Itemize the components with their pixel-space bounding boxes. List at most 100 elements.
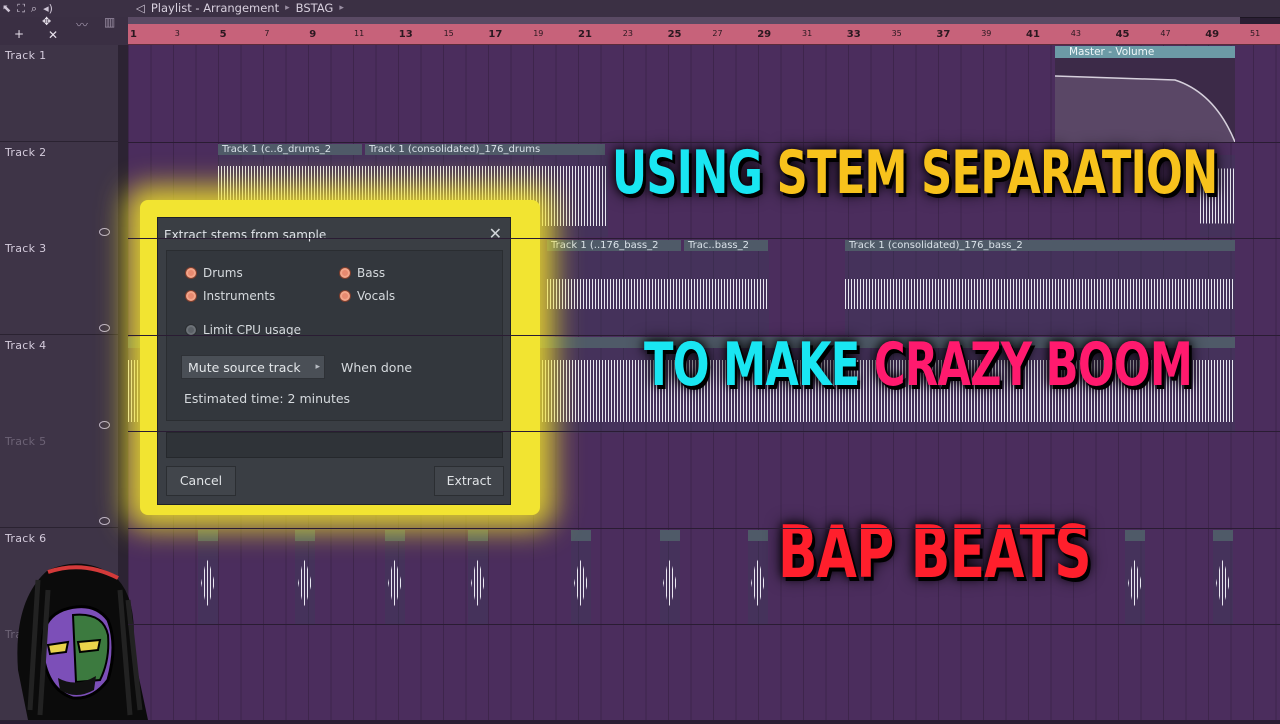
- instruments-option[interactable]: Instruments: [185, 289, 275, 303]
- kick-clip[interactable]: [1213, 541, 1233, 625]
- waveform: [298, 559, 312, 607]
- ruler-tick: 21: [578, 29, 592, 40]
- kick-clip[interactable]: [295, 541, 315, 625]
- mute-source-label: Mute source track: [188, 360, 301, 375]
- lane-divider: [128, 527, 1280, 529]
- vocals-label: Vocals: [357, 289, 396, 303]
- waveform: [471, 559, 485, 607]
- lane-divider: [128, 720, 1280, 722]
- vocals-option[interactable]: Vocals: [339, 289, 395, 303]
- radio-on-icon: [185, 267, 197, 279]
- kick-clip-header[interactable]: [571, 530, 591, 541]
- ruler-tick: 9: [309, 29, 317, 40]
- progress-bar: [166, 432, 503, 458]
- kick-clip[interactable]: [660, 541, 680, 625]
- kick-clip-header[interactable]: [1213, 530, 1233, 541]
- kick-clip-header[interactable]: [1125, 530, 1145, 541]
- timeline-ruler[interactable]: 1 3 5 7 9 11 13 15 17 19 21 23 25 27 29 31 33 35 37 39 41 43 4…: [128, 24, 1280, 45]
- piano-icon[interactable]: ▥: [104, 15, 115, 29]
- ruler-tick: 37: [936, 29, 951, 40]
- extract-button[interactable]: Extract: [434, 466, 504, 496]
- mute-source-dropdown[interactable]: Mute source track ▸: [181, 355, 325, 379]
- ruler-tick: 31: [802, 29, 813, 38]
- track-name: Track 6: [5, 531, 47, 545]
- ruler-tick: 7: [264, 29, 270, 38]
- track-header[interactable]: Track 1: [0, 45, 118, 142]
- breadcrumb: ◁ Playlist - Arrangement ▸ BSTAG ▸: [136, 0, 344, 17]
- ruler-tick: 47: [1160, 29, 1171, 38]
- kick-clip[interactable]: [1125, 541, 1145, 625]
- automation-curve[interactable]: [1055, 58, 1235, 142]
- track-header[interactable]: Track 4: [0, 334, 118, 432]
- ruler-tick: 23: [622, 29, 633, 38]
- kick-clip-header[interactable]: [198, 530, 218, 541]
- master-volume-label: Master - Volume: [1069, 46, 1155, 58]
- waveform: [1216, 559, 1230, 607]
- curve-icon[interactable]: 〰: [76, 16, 88, 33]
- add-track-icon[interactable]: +: [14, 27, 24, 41]
- close-icon[interactable]: ✕: [489, 224, 502, 243]
- headline-stem-separation: STEM SEPARATION: [776, 138, 1219, 208]
- visibility-icon[interactable]: [99, 324, 110, 332]
- kick-clip[interactable]: [385, 541, 405, 625]
- ruler-tick: 33: [846, 29, 861, 40]
- clip-label: Trac..bass_2: [688, 240, 749, 251]
- instruments-label: Instruments: [203, 289, 276, 303]
- radio-on-icon: [185, 290, 197, 302]
- ruler-tick: 51: [1250, 29, 1261, 38]
- breadcrumb-item-playlist[interactable]: Playlist - Arrangement: [151, 0, 279, 17]
- drums-option[interactable]: Drums: [185, 266, 243, 280]
- ruler-tick: 17: [488, 29, 503, 40]
- chevron-right-icon: ▸: [315, 362, 320, 372]
- headline-bap-beats: BAP BEATS: [778, 510, 1092, 594]
- pointer-icon[interactable]: ⬉: [2, 2, 11, 15]
- track-tools: + ✥ ✕ 〰 ▥: [0, 15, 128, 45]
- ruler-tick: 15: [443, 29, 454, 38]
- kick-clip-header[interactable]: [468, 530, 488, 541]
- kick-clip-header[interactable]: [748, 530, 768, 541]
- headline-line-2: TO MAKE CRAZY BOOM: [644, 330, 1193, 400]
- radio-on-icon: [339, 290, 351, 302]
- visibility-icon[interactable]: [99, 517, 110, 525]
- dialog-title: Extract stems from sample: [164, 228, 327, 242]
- speaker-icon[interactable]: ◂): [43, 2, 53, 15]
- track-name: Track 2: [5, 145, 47, 159]
- estimated-time: Estimated time: 2 minutes: [184, 391, 351, 406]
- master-volume-clip[interactable]: Master - Volume: [1055, 46, 1235, 58]
- bass-option[interactable]: Bass: [339, 266, 385, 280]
- clip-header[interactable]: Track 1 (..176_bass_2: [547, 240, 681, 251]
- ruler-tick: 39: [981, 29, 992, 38]
- kick-clip[interactable]: [468, 541, 488, 625]
- kick-clip[interactable]: [198, 541, 218, 625]
- ruler-tick: 13: [398, 29, 413, 40]
- track-header[interactable]: Track 2: [0, 141, 118, 239]
- kick-clip-header[interactable]: [295, 530, 315, 541]
- ruler-tick: 5: [219, 29, 227, 40]
- track-name: Track 4: [5, 338, 47, 352]
- time-strip[interactable]: [128, 17, 1240, 24]
- ruler-tick: 41: [1026, 29, 1040, 40]
- clip-header[interactable]: Track 1 (consolidated)_176_bass_2: [845, 240, 1235, 251]
- snap-icon[interactable]: ✥: [42, 15, 51, 28]
- kick-clip[interactable]: [748, 541, 768, 625]
- clip-header[interactable]: Track 1 (consolidated)_176_drums: [365, 144, 605, 155]
- kick-clip-header[interactable]: [385, 530, 405, 541]
- headline-to-make: TO MAKE: [644, 330, 860, 400]
- lane-divider: [128, 238, 1280, 239]
- visibility-icon[interactable]: [99, 420, 110, 429]
- track-header[interactable]: Track 3: [0, 238, 118, 335]
- audio-clip[interactable]: [547, 251, 769, 336]
- visibility-icon[interactable]: [99, 227, 110, 236]
- audio-clip[interactable]: [845, 251, 1235, 336]
- select-icon[interactable]: ⛶: [17, 2, 25, 16]
- cancel-button[interactable]: Cancel: [166, 466, 236, 496]
- breadcrumb-item-pattern[interactable]: BSTAG: [296, 0, 334, 17]
- track-header[interactable]: Track 5: [0, 431, 118, 528]
- kick-clip[interactable]: [571, 541, 591, 625]
- delete-icon[interactable]: ✕: [48, 28, 58, 42]
- zoom-icon[interactable]: ⌕: [31, 2, 37, 16]
- kick-clip-header[interactable]: [660, 530, 680, 541]
- ruler-tick: 3: [174, 29, 180, 38]
- clip-header[interactable]: Track 1 (c..6_drums_2: [218, 144, 362, 155]
- clip-header[interactable]: Trac..bass_2: [684, 240, 768, 251]
